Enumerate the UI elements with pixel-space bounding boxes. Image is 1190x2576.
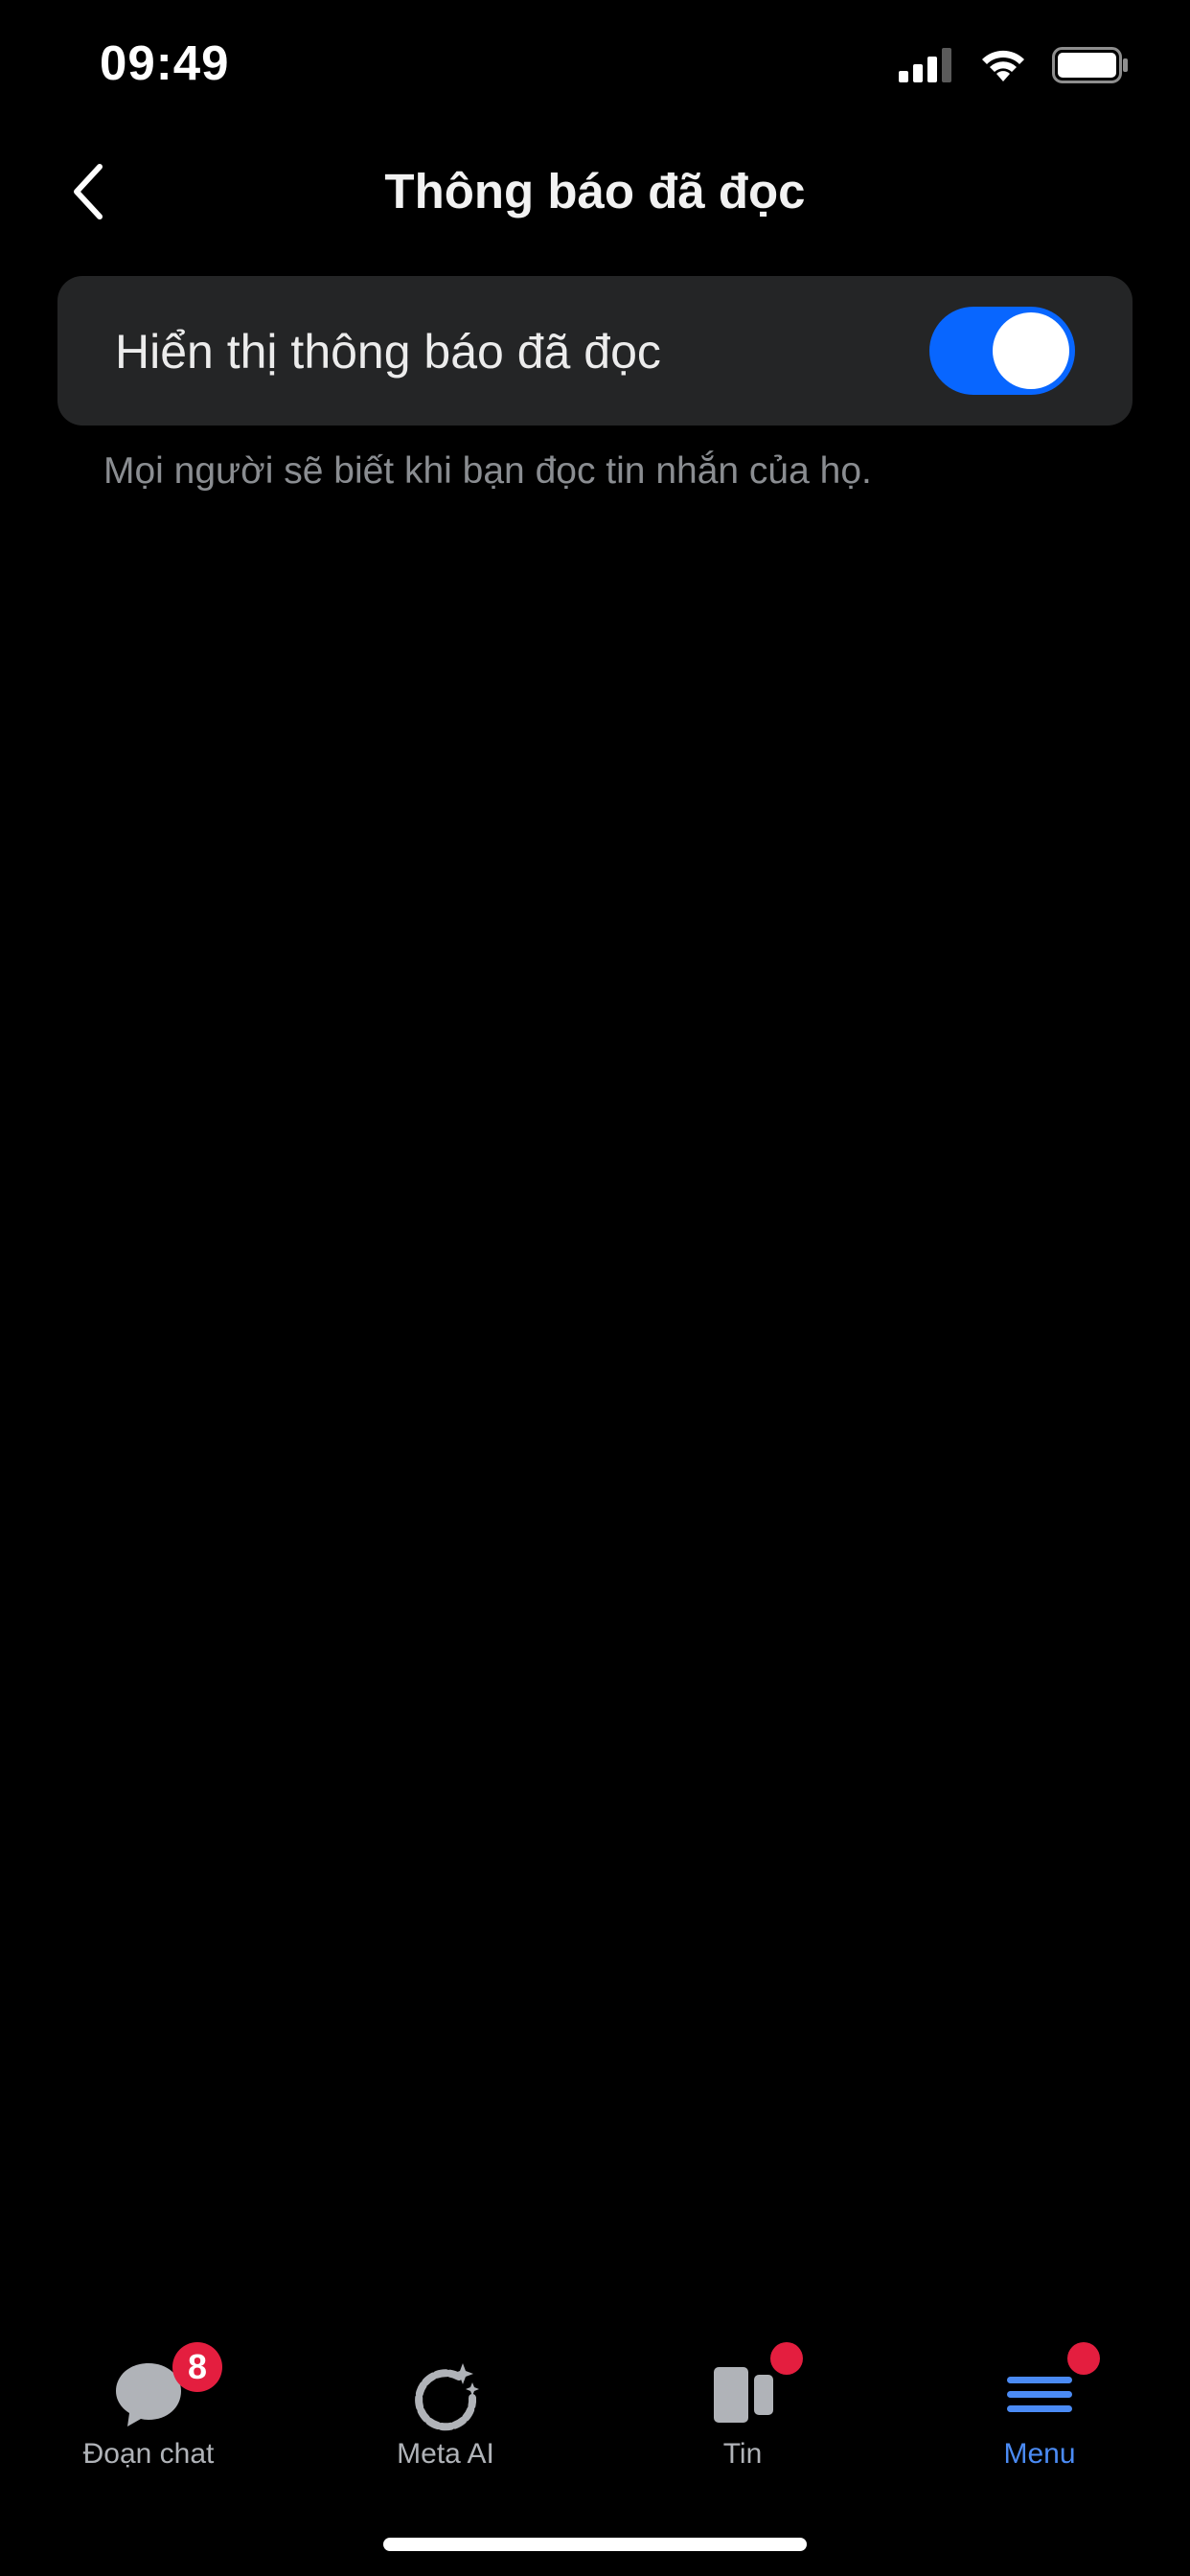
- notification-dot: [1067, 2342, 1100, 2375]
- tab-label: Menu: [1003, 2438, 1076, 2470]
- header: Thông báo đã đọc: [0, 144, 1190, 240]
- home-indicator: [383, 2538, 807, 2551]
- tab-label: Đoạn chat: [82, 2438, 215, 2470]
- unread-badge: 8: [172, 2342, 222, 2392]
- setting-label: Hiển thị thông báo đã đọc: [115, 325, 661, 379]
- tab-label: Tin: [722, 2438, 763, 2470]
- stories-icon: [714, 2367, 773, 2423]
- meta-ai-icon: [415, 2363, 479, 2431]
- tab-stories[interactable]: Tin: [594, 2319, 891, 2492]
- bottom-tab-bar: 8 Đoạn chat Meta AI Tin Menu: [0, 2319, 1190, 2492]
- tab-label: Meta AI: [397, 2438, 494, 2470]
- signal-icon: [899, 48, 951, 82]
- setting-description: Mọi người sẽ biết khi bạn đọc tin nhắn c…: [103, 450, 872, 492]
- status-bar: 09:49: [0, 0, 1190, 134]
- tab-chats[interactable]: 8 Đoạn chat: [0, 2319, 297, 2492]
- page-title: Thông báo đã đọc: [384, 164, 806, 218]
- menu-icon: [1007, 2377, 1072, 2412]
- status-icons: [899, 42, 1129, 88]
- notification-dot: [770, 2342, 803, 2375]
- status-time: 09:49: [100, 35, 230, 90]
- tab-menu[interactable]: Menu: [891, 2319, 1188, 2492]
- read-receipts-setting: Hiển thị thông báo đã đọc: [57, 276, 1133, 426]
- toggle-knob: [993, 312, 1069, 389]
- tab-meta-ai[interactable]: Meta AI: [297, 2319, 594, 2492]
- read-receipts-toggle[interactable]: [929, 307, 1075, 395]
- battery-icon: [1052, 47, 1128, 83]
- wifi-icon: [982, 50, 1024, 81]
